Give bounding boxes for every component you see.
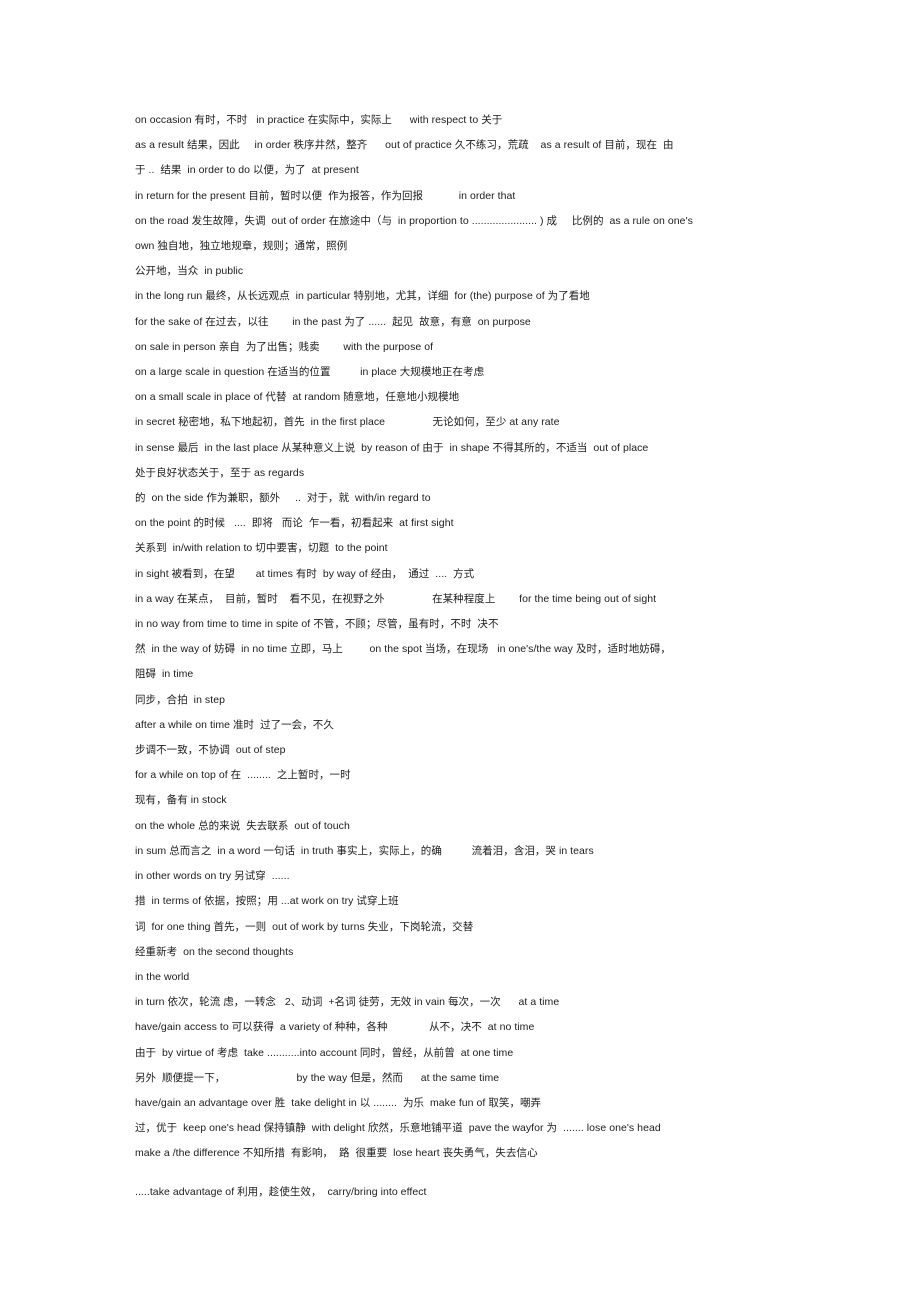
phrase-line: in turn 依次，轮流 虑，一转念 2、动词 +名词 徒劳，无效 in va… (135, 996, 560, 1009)
phrase-line: in no way from time to time in spite of … (135, 618, 499, 631)
phrase-line: in other words on try 另试穿 ...... (135, 870, 290, 883)
phrase-line: on a small scale in place of 代替 at rando… (135, 391, 460, 404)
phrase-line: in return for the present 目前，暂时以便 作为报答，作… (135, 189, 516, 202)
phrase-line: on the road 发生故障，失调 out of order 在旅途中（与 … (135, 214, 693, 227)
phrase-line: 现有，备有 in stock (135, 794, 227, 807)
phrase-line: as a result 结果，因此 in order 秩序井然，整齐 out o… (135, 139, 674, 152)
phrase-line: on the point 的时候 .... 即将 而论 乍一看，初看起来 at … (135, 517, 454, 530)
phrase-line: for a while on top of 在 ........ 之上暂时，一时 (135, 769, 351, 782)
phrase-line: on occasion 有时，不时 in practice 在实际中，实际上 w… (135, 114, 503, 126)
phrase-line: 关系到 in/with relation to 切中要害，切题 to the p… (135, 542, 388, 555)
phrase-line: in sum 总而言之 in a word 一句话 in truth 事实上，实… (135, 844, 594, 857)
phrase-line: 于 .. 结果 in order to do 以便，为了 at present (135, 164, 359, 177)
phrase-line: own 独自地，独立地规章，规则；通常，照例 (135, 240, 348, 253)
phrase-line: 同步，合拍 in step (135, 693, 225, 706)
phrase-list-body: on occasion 有时，不时 in practice 在实际中，实际上 w… (135, 108, 785, 1205)
document-page: on occasion 有时，不时 in practice 在实际中，实际上 w… (0, 0, 920, 1303)
phrase-line: in the world (135, 970, 190, 983)
phrase-line: in the long run 最终，从长远观点 in particular 特… (135, 290, 590, 303)
phrase-line: for the sake of 在过去，以往 in the past 为了 ..… (135, 315, 531, 328)
phrase-line: in secret 秘密地，私下地起初，首先 in the first plac… (135, 416, 560, 429)
phrase-line: 过，优于 keep one's head 保持镇静 with delight 欣… (135, 1122, 661, 1135)
phrase-line: on a large scale in question 在适当的位置 in p… (135, 366, 485, 379)
phrase-line: 经重新考 on the second thoughts (135, 945, 294, 958)
phrase-line: have/gain an advantage over 胜 take delig… (135, 1096, 542, 1109)
phrase-line: 词 for one thing 首先，一则 out of work by tur… (135, 920, 474, 933)
phrase-line: in sight 被看到，在望 at times 有时 by way of 经由… (135, 567, 475, 580)
phrase-line: 然 in the way of 妨碍 in no time 立即，马上 on t… (135, 643, 671, 656)
phrase-line: on sale in person 亲自 为了出售；贱卖 with the pu… (135, 340, 434, 353)
phrase-line: in a way 在某点， 目前，暂时 看不见，在视野之外 在某种程度上 for… (135, 592, 657, 605)
phrase-line: 的 on the side 作为兼职，额外 .. 对于，就 with/in re… (135, 492, 431, 505)
phrase-line: 步调不一致，不协调 out of step (135, 744, 286, 757)
phrase-line: 另外 顺便提一下， by the way 但是，然而 at the same t… (135, 1071, 500, 1084)
phrase-line: in sense 最后 in the last place 从某种意义上说 by… (135, 441, 649, 454)
phrase-line: have/gain access to 可以获得 a variety of 种种… (135, 1021, 535, 1034)
phrase-line: 处于良好状态关于，至于 as regards (135, 466, 305, 479)
phrase-line: on the whole 总的来说 失去联系 out of touch (135, 819, 350, 832)
phrase-line: 由于 by virtue of 考虑 take ...........into … (135, 1046, 514, 1059)
phrase-line: 阻碍 in time (135, 668, 194, 681)
phrase-line: 措 in terms of 依据，按照；用 ...at work on try … (135, 895, 399, 908)
phrase-line: .....take advantage of 利用，趁使生效， carry/br… (135, 1185, 427, 1198)
phrase-line: make a /the difference 不知所措 有影响， 路 很重要 l… (135, 1147, 538, 1160)
phrase-line: after a while on time 准时 过了一会，不久 (135, 718, 334, 731)
phrase-line: 公开地，当众 in public (135, 265, 244, 278)
